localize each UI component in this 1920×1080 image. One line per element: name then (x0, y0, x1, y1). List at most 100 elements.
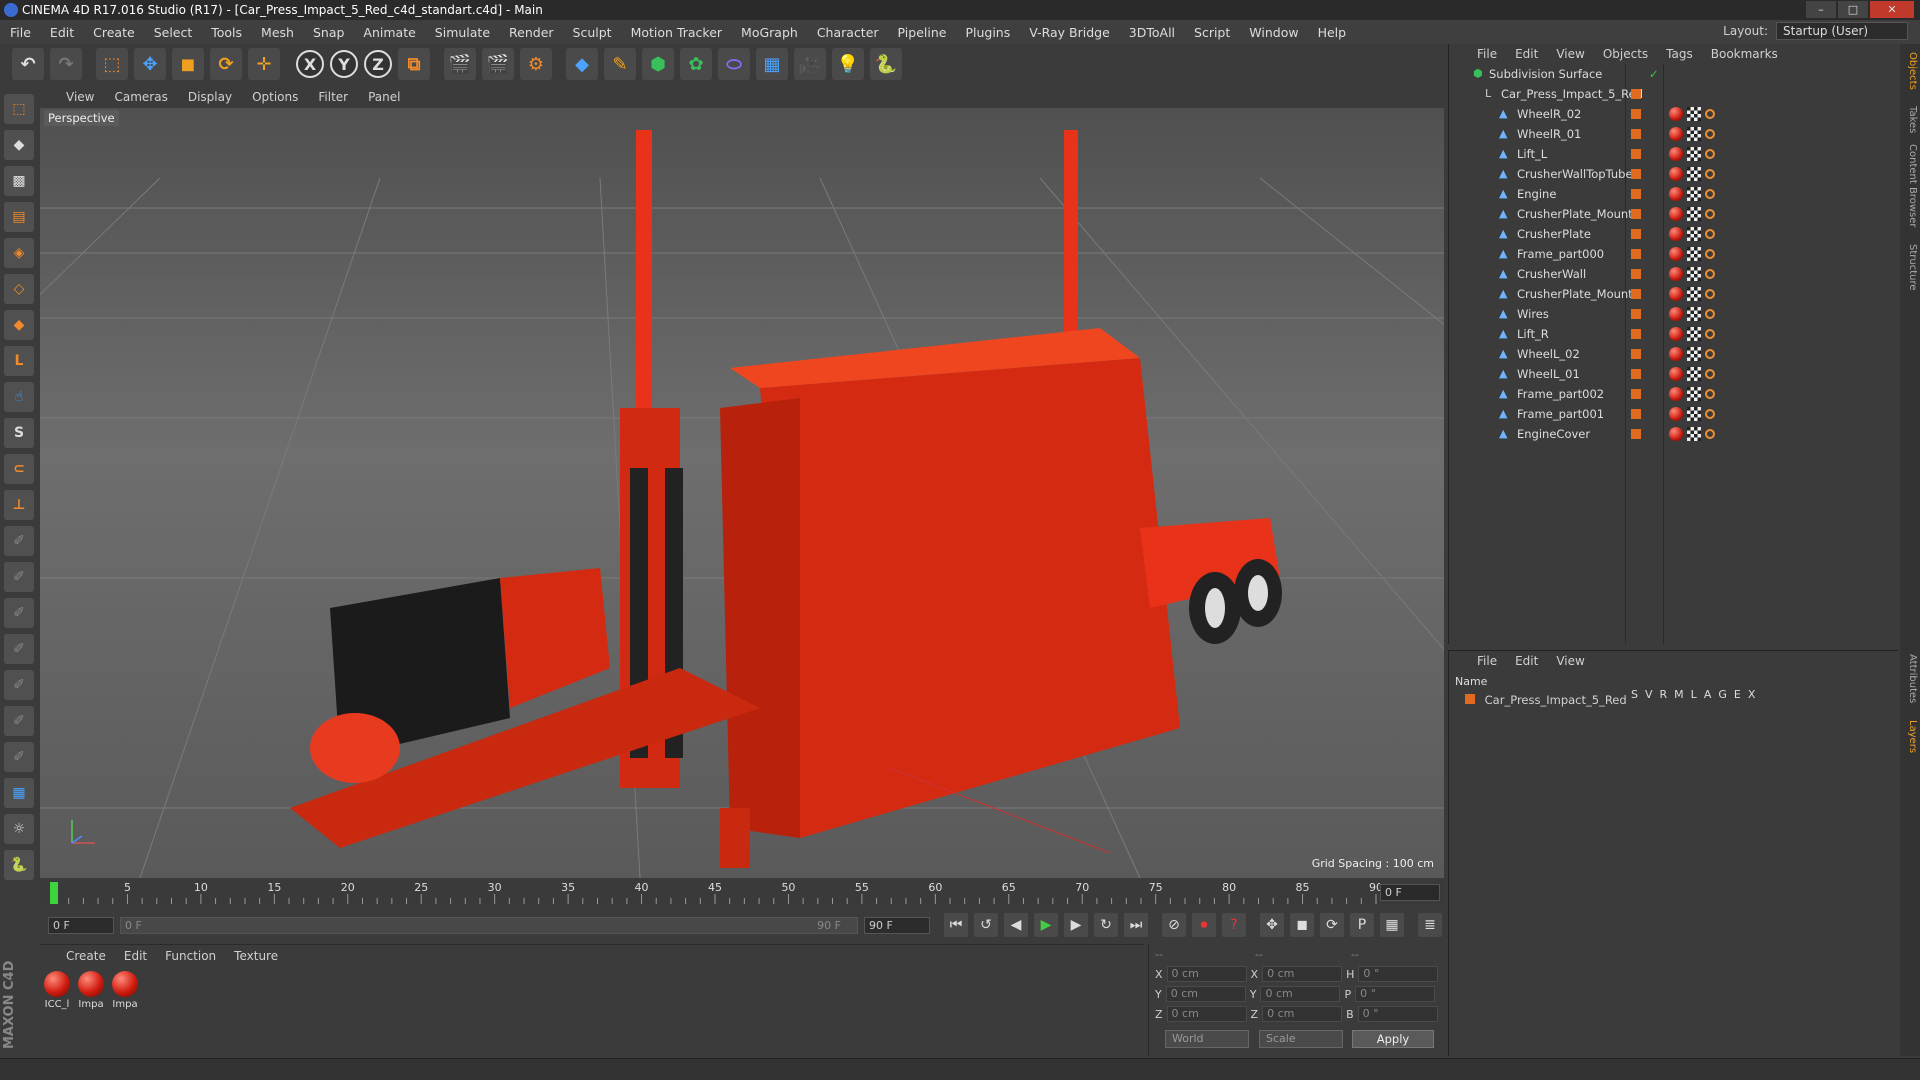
menu-script[interactable]: Script (1194, 25, 1230, 40)
key-scale-icon[interactable]: ◼ (1290, 913, 1314, 937)
live-selection-icon[interactable]: ⬚ (96, 48, 128, 80)
layer-color-swatch[interactable] (1631, 329, 1641, 339)
python-script-icon[interactable]: 🐍 (4, 850, 34, 880)
key-rotation-icon[interactable]: ⟳ (1320, 913, 1344, 937)
start-frame-field[interactable]: 0 F (48, 916, 114, 934)
objects-menu-file[interactable]: File (1477, 47, 1497, 61)
axis-mode-icon[interactable]: L (4, 346, 34, 376)
material-tag-icon[interactable] (1669, 247, 1683, 261)
phong-tag-icon[interactable] (1705, 369, 1715, 379)
object-row[interactable]: ▲ CrusherPlate (1449, 224, 1898, 244)
polygons-mode-icon[interactable]: ◆ (4, 310, 34, 340)
sculpt-pull-icon[interactable]: ✐ (4, 634, 34, 664)
x-axis-lock-icon[interactable]: X (296, 50, 324, 78)
redo-icon[interactable]: ↷ (50, 48, 82, 80)
object-row[interactable]: ▲ Frame_part001 (1449, 404, 1898, 424)
phong-tag-icon[interactable] (1705, 349, 1715, 359)
undo-icon[interactable]: ↶ (12, 48, 44, 80)
material-tag-icon[interactable] (1669, 167, 1683, 181)
object-row[interactable]: ▲ WheelL_02 (1449, 344, 1898, 364)
uvw-tag-icon[interactable] (1687, 407, 1701, 421)
uvw-tag-icon[interactable] (1687, 387, 1701, 401)
menu-edit[interactable]: Edit (50, 25, 74, 40)
layers-menu-edit[interactable]: Edit (1515, 654, 1538, 668)
pen-spline-icon[interactable]: ✎ (604, 48, 636, 80)
uvw-tag-icon[interactable] (1687, 187, 1701, 201)
grid-snap-icon[interactable]: ▦ (4, 778, 34, 808)
phong-tag-icon[interactable] (1705, 209, 1715, 219)
transform-icon[interactable]: ✛ (248, 48, 280, 80)
layer-color-swatch[interactable] (1631, 389, 1641, 399)
phong-tag-icon[interactable] (1705, 149, 1715, 159)
layer-color-swatch[interactable] (1631, 149, 1641, 159)
phong-tag-icon[interactable] (1705, 189, 1715, 199)
object-row[interactable]: ▲ Engine (1449, 184, 1898, 204)
size-y-field[interactable]: 0 cm (1260, 986, 1341, 1002)
menu-3dtoall[interactable]: 3DToAll (1129, 25, 1175, 40)
layer-color-swatch[interactable] (1631, 409, 1641, 419)
y-axis-lock-icon[interactable]: Y (330, 50, 358, 78)
material-swatch[interactable]: ICC_l (42, 971, 72, 1010)
tab-attributes[interactable]: Attributes (1902, 654, 1918, 703)
material-menu-texture[interactable]: Texture (234, 949, 278, 963)
tweak-mode-icon[interactable]: ☝ (4, 382, 34, 412)
phong-tag-icon[interactable] (1705, 429, 1715, 439)
points-mode-icon[interactable]: ◈ (4, 238, 34, 268)
object-row[interactable]: ▲ EngineCover (1449, 424, 1898, 444)
menu-help[interactable]: Help (1318, 25, 1347, 40)
tab-layers[interactable]: Layers (1902, 720, 1918, 753)
tab-structure[interactable]: Structure (1902, 244, 1918, 291)
layer-color-swatch[interactable] (1631, 269, 1641, 279)
move-icon[interactable]: ✥ (134, 48, 166, 80)
viewport-menu-cameras[interactable]: Cameras (114, 90, 167, 104)
uvw-tag-icon[interactable] (1687, 247, 1701, 261)
menu-simulate[interactable]: Simulate (435, 25, 490, 40)
object-row[interactable]: ▲ CrusherWall (1449, 264, 1898, 284)
object-row[interactable]: ▲ WheelL_01 (1449, 364, 1898, 384)
enabled-check-icon[interactable]: ✓ (1649, 67, 1659, 81)
material-tag-icon[interactable] (1669, 407, 1683, 421)
menu-mesh[interactable]: Mesh (261, 25, 294, 40)
layer-color-swatch[interactable] (1631, 169, 1641, 179)
material-tag-icon[interactable] (1669, 187, 1683, 201)
z-axis-lock-icon[interactable]: Z (364, 50, 392, 78)
object-row[interactable]: ▲ WheelR_01 (1449, 124, 1898, 144)
subdivision-icon[interactable]: ⬢ (642, 48, 674, 80)
keyframe-selection-icon[interactable]: ⊘ (1162, 913, 1186, 937)
scale-icon[interactable]: ◼ (172, 48, 204, 80)
material-menu-create[interactable]: Create (66, 949, 106, 963)
uvw-tag-icon[interactable] (1687, 367, 1701, 381)
object-row[interactable]: ▲ CrusherPlate_MountF (1449, 284, 1898, 304)
go-to-end-icon[interactable]: ⏭ (1124, 913, 1148, 937)
light-icon[interactable]: 💡 (832, 48, 864, 80)
edges-mode-icon[interactable]: ◇ (4, 274, 34, 304)
layers-menu-file[interactable]: File (1477, 654, 1497, 668)
objects-menu-objects[interactable]: Objects (1603, 47, 1648, 61)
render-picture-viewer-icon[interactable]: 🎬 (482, 48, 514, 80)
layers-menu-view[interactable]: View (1556, 654, 1584, 668)
menu-file[interactable]: File (10, 25, 31, 40)
material-tag-icon[interactable] (1669, 387, 1683, 401)
viewport-menu-view[interactable]: View (66, 90, 94, 104)
menu-window[interactable]: Window (1249, 25, 1298, 40)
position-z-field[interactable]: 0 cm (1166, 1006, 1247, 1022)
layer-color-swatch[interactable] (1631, 129, 1641, 139)
layer-color-swatch[interactable] (1465, 694, 1475, 704)
object-row[interactable]: ▲ Frame_part002 (1449, 384, 1898, 404)
menu-plugins[interactable]: Plugins (965, 25, 1010, 40)
object-row[interactable]: ▲ WheelR_02 (1449, 104, 1898, 124)
rotation-p-field[interactable]: 0 ° (1355, 986, 1436, 1002)
snap-icon[interactable]: S (4, 418, 34, 448)
objects-menu-bookmarks[interactable]: Bookmarks (1711, 47, 1778, 61)
phong-tag-icon[interactable] (1705, 309, 1715, 319)
material-tag-icon[interactable] (1669, 367, 1683, 381)
layer-color-swatch[interactable] (1631, 89, 1641, 99)
phong-tag-icon[interactable] (1705, 389, 1715, 399)
minimize-button[interactable]: – (1806, 1, 1836, 18)
uvw-tag-icon[interactable] (1687, 207, 1701, 221)
position-y-field[interactable]: 0 cm (1165, 986, 1246, 1002)
uvw-tag-icon[interactable] (1687, 127, 1701, 141)
magnet-icon[interactable]: ⊂ (4, 454, 34, 484)
next-frame-icon[interactable]: ▶ (1064, 913, 1088, 937)
menu-snap[interactable]: Snap (313, 25, 344, 40)
